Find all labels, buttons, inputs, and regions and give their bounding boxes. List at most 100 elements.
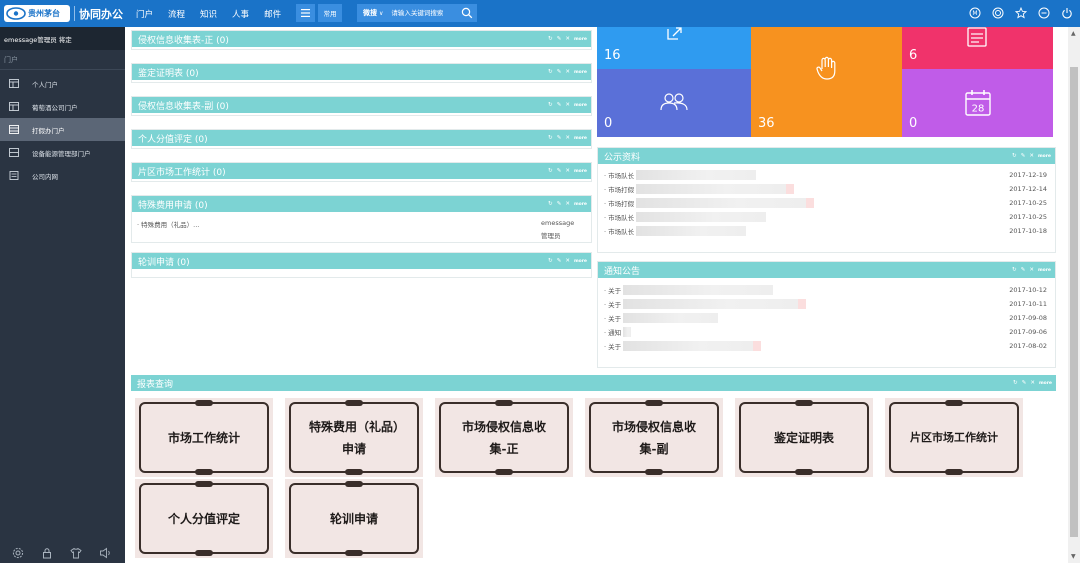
more-link[interactable]: more (574, 70, 587, 75)
report-card-district-market-stats[interactable]: 片区市场工作统计 (885, 398, 1023, 477)
refresh-icon[interactable]: ↻ (548, 258, 553, 264)
widget-title: 侵权信息收集表-副 (0) (138, 101, 229, 112)
refresh-icon[interactable]: ↻ (548, 201, 553, 207)
minus-circle-icon[interactable] (1037, 6, 1051, 20)
list-item[interactable]: · 市场队长 2017-10-18 (604, 224, 1047, 237)
refresh-icon[interactable]: ↻ (1012, 153, 1017, 159)
refresh-icon[interactable]: ↻ (548, 135, 553, 141)
more-link[interactable]: more (574, 103, 587, 108)
report-card-appraisal[interactable]: 鉴定证明表 (735, 398, 873, 477)
chevron-down-icon[interactable]: ∨ (379, 10, 383, 17)
more-link[interactable]: more (1038, 154, 1051, 159)
nav-workflow[interactable]: 流程 (168, 8, 185, 20)
nav-mail[interactable]: 邮件 (264, 8, 281, 20)
list-item[interactable]: · 市场打假 2017-12-14 (604, 182, 1047, 195)
edit-icon[interactable]: ✎ (557, 69, 562, 75)
common-button[interactable]: 常用 (318, 4, 342, 22)
refresh-icon[interactable]: ↻ (1012, 267, 1017, 273)
close-icon[interactable]: ✕ (565, 168, 570, 174)
edit-icon[interactable]: ✎ (557, 36, 562, 42)
edit-icon[interactable]: ✎ (1022, 380, 1027, 386)
more-link[interactable]: more (574, 202, 587, 207)
close-icon[interactable]: ✕ (1029, 153, 1034, 159)
more-link[interactable]: more (574, 169, 587, 174)
close-icon[interactable]: ✕ (565, 201, 570, 207)
edit-icon[interactable]: ✎ (557, 201, 562, 207)
refresh-icon[interactable]: ↻ (548, 69, 553, 75)
expense-row-title[interactable]: · 特殊费用（礼品）... (137, 219, 199, 229)
report-card-market-work-stats[interactable]: 市场工作统计 (135, 398, 273, 477)
sidebar-item-equipment-energy-portal[interactable]: 设备能源管理部门户 (0, 141, 125, 164)
list-item[interactable]: · 关于 2017-09-08 (604, 311, 1047, 324)
sidebar-item-anti-counterfeit-portal[interactable]: 打假办门户 (0, 118, 125, 141)
tile-meetings[interactable]: 0 (597, 69, 751, 137)
tile-notes[interactable]: 6 (902, 27, 1053, 69)
sidebar-item-personal-portal[interactable]: 个人门户 (0, 72, 125, 95)
report-card-special-expense[interactable]: 特殊费用（礼品）申请 (285, 398, 423, 477)
list-item[interactable]: · 市场队长 2017-12-19 (604, 168, 1047, 181)
search-icon[interactable] (461, 7, 473, 19)
more-link[interactable]: more (574, 259, 587, 264)
report-card-rotation-training[interactable]: 轮训申请 (285, 479, 423, 558)
nav-hr[interactable]: 人事 (232, 8, 249, 20)
edit-icon[interactable]: ✎ (1021, 267, 1026, 273)
edit-icon[interactable]: ✎ (1021, 153, 1026, 159)
close-icon[interactable]: ✕ (1030, 380, 1035, 386)
sidebar-item-intranet[interactable]: 公司内网 (0, 164, 125, 187)
report-card-infringement-deputy[interactable]: 市场侵权信息收集-副 (585, 398, 723, 477)
panel-title: 通知公告 (604, 266, 641, 277)
edit-icon[interactable]: ✎ (557, 168, 562, 174)
settings-icon[interactable] (12, 547, 24, 559)
widget-header: 鉴定证明表 (0) ↻ ✎ ✕ more (132, 64, 591, 80)
close-icon[interactable]: ✕ (1029, 267, 1034, 273)
sidebar-item-wine-company-portal[interactable]: 葡萄酒公司门户 (0, 95, 125, 118)
edit-icon[interactable]: ✎ (557, 258, 562, 264)
refresh-icon[interactable]: ↻ (548, 168, 553, 174)
star-icon[interactable] (1014, 6, 1028, 20)
lock-icon[interactable] (41, 547, 53, 559)
more-link[interactable]: more (574, 136, 587, 141)
power-icon[interactable] (1060, 6, 1074, 20)
tile-approvals[interactable]: 36 (751, 27, 902, 137)
nav-portal[interactable]: 门户 (136, 8, 153, 20)
list-item-title: · 关于 (604, 286, 622, 295)
refresh-icon[interactable]: ↻ (1013, 380, 1018, 386)
page-scrollbar[interactable]: ▲ ▼ (1068, 27, 1080, 563)
more-link[interactable]: more (1038, 268, 1051, 273)
list-item[interactable]: · 关于 2017-08-02 (604, 339, 1047, 352)
close-icon[interactable]: ✕ (565, 69, 570, 75)
nav-knowledge[interactable]: 知识 (200, 8, 217, 20)
close-icon[interactable]: ✕ (565, 36, 570, 42)
m-circle-icon[interactable]: M (968, 6, 982, 20)
refresh-icon[interactable]: ↻ (548, 36, 553, 42)
list-item-title: · 市场队长 (604, 213, 635, 222)
list-item[interactable]: · 市场打假 2017-10-25 (604, 196, 1047, 209)
shirt-icon[interactable] (70, 547, 82, 559)
tile-calendar[interactable]: 28 0 (902, 69, 1053, 137)
report-card-personal-score[interactable]: 个人分值评定 (135, 479, 273, 558)
close-icon[interactable]: ✕ (565, 102, 570, 108)
search-input[interactable] (391, 6, 447, 20)
scroll-down-icon[interactable]: ▼ (1071, 553, 1076, 560)
app-logo[interactable]: 贵州茅台 协同办公 (0, 0, 125, 27)
list-item[interactable]: · 通知 2017-09-06 (604, 325, 1047, 338)
menu-button[interactable] (296, 4, 315, 22)
list-item[interactable]: · 关于 2017-10-12 (604, 283, 1047, 296)
search-category[interactable]: 微搜 (363, 8, 377, 18)
speaker-icon[interactable] (99, 547, 113, 559)
close-icon[interactable]: ✕ (565, 135, 570, 141)
scroll-thumb[interactable] (1070, 67, 1078, 537)
edit-icon[interactable]: ✎ (557, 102, 562, 108)
more-link[interactable]: more (574, 37, 587, 42)
more-link[interactable]: more (1039, 381, 1052, 386)
tile-tasks[interactable]: 16 (597, 27, 751, 69)
refresh-icon[interactable]: ↻ (548, 102, 553, 108)
list-item[interactable]: · 市场队长 2017-10-25 (604, 210, 1047, 223)
theme-icon[interactable] (991, 6, 1005, 20)
close-icon[interactable]: ✕ (565, 258, 570, 264)
list-item[interactable]: · 关于 2017-10-11 (604, 297, 1047, 310)
current-user[interactable]: emessage管理员 将定 (0, 27, 125, 50)
scroll-up-icon[interactable]: ▲ (1071, 30, 1076, 37)
edit-icon[interactable]: ✎ (557, 135, 562, 141)
report-card-infringement-main[interactable]: 市场侵权信息收集-正 (435, 398, 573, 477)
